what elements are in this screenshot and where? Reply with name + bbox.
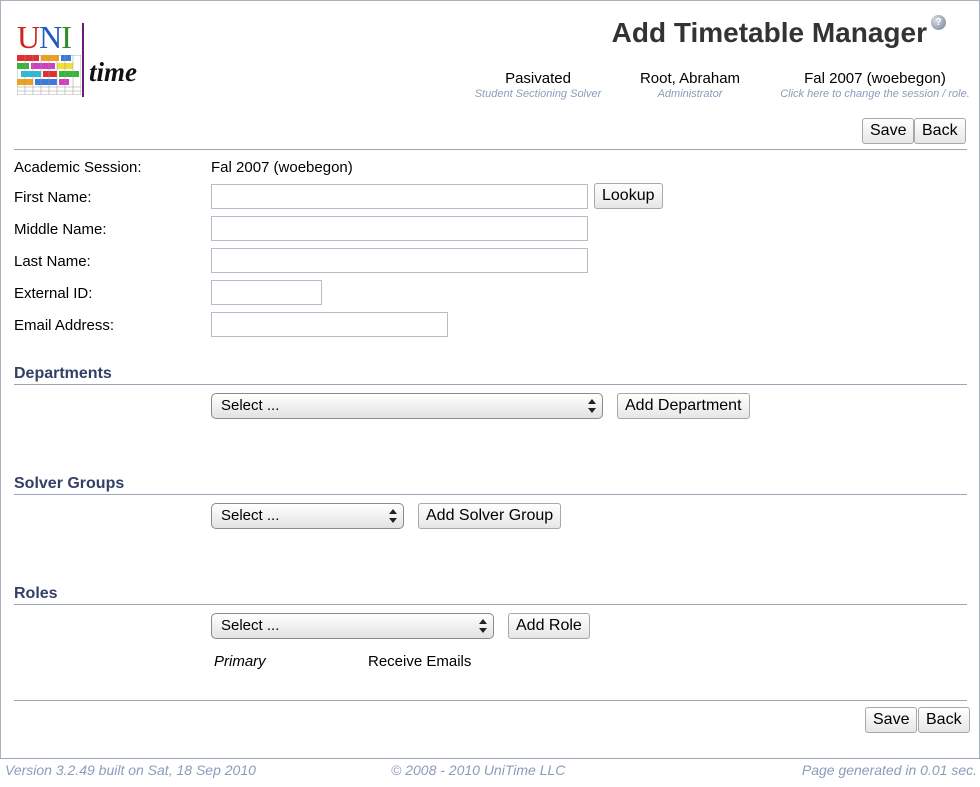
page-frame: UNI time Add Timetable Manager ? Pasivat… [0, 0, 980, 759]
header-divider [14, 149, 967, 150]
academic-session-label: Academic Session: [14, 159, 142, 176]
role-select-value: Select ... [221, 617, 280, 634]
solver-status-desc: Student Sectioning Solver [474, 88, 602, 100]
logo-time-text: time [89, 57, 137, 87]
roles-column-primary: Primary [214, 653, 266, 670]
last-name-label: Last Name: [14, 253, 91, 270]
departments-divider [14, 384, 967, 385]
add-solver-group-button[interactable]: Add Solver Group [418, 503, 562, 529]
copyright-link[interactable]: © 2008 - 2010 UniTime LLC [391, 762, 565, 778]
help-icon[interactable]: ? [931, 15, 946, 30]
role-select[interactable]: Select ... [211, 613, 494, 639]
department-select-value: Select ... [221, 397, 280, 414]
solver-group-select[interactable]: Select ... [211, 503, 404, 529]
version-info: Version 3.2.49 built on Sat, 18 Sep 2010 [5, 762, 256, 778]
first-name-label: First Name: [14, 189, 92, 206]
email-label: Email Address: [14, 317, 115, 334]
last-name-input[interactable] [211, 248, 588, 273]
roles-divider [14, 604, 967, 605]
middle-name-label: Middle Name: [14, 221, 107, 238]
email-input[interactable] [211, 312, 448, 337]
add-role-button[interactable]: Add Role [508, 613, 590, 639]
first-name-input[interactable] [211, 184, 588, 209]
external-id-label: External ID: [14, 285, 93, 302]
select-arrows-icon [479, 618, 487, 634]
save-button-bottom[interactable]: Save [865, 707, 918, 733]
session-change-link[interactable]: Click here to change the session / role. [775, 88, 975, 100]
save-button-top[interactable]: Save [862, 118, 915, 144]
footer-divider [14, 700, 967, 701]
logo-grid-icon [17, 55, 81, 95]
page-generated-time: Page generated in 0.01 sec. [801, 762, 977, 778]
select-arrows-icon [588, 398, 596, 414]
department-select[interactable]: Select ... [211, 393, 603, 419]
solver-status[interactable]: Pasivated Student Sectioning Solver [471, 70, 605, 100]
user-name: Root, Abraham [639, 70, 741, 87]
session-name: Fal 2007 (woebegon) [804, 70, 946, 87]
roles-section-title: Roles [14, 585, 58, 602]
session-switcher[interactable]: Fal 2007 (woebegon) Click here to change… [775, 70, 975, 100]
roles-column-receive-emails: Receive Emails [368, 653, 472, 670]
solver-status-name: Pasivated [505, 70, 571, 87]
solver-groups-section-title: Solver Groups [14, 475, 125, 492]
user-role: Administrator [657, 88, 723, 100]
middle-name-input[interactable] [211, 216, 588, 241]
back-button-bottom[interactable]: Back [918, 707, 970, 733]
logo-uni-text: UNI [17, 19, 72, 55]
back-button-top[interactable]: Back [914, 118, 966, 144]
departments-section-title: Departments [14, 365, 112, 382]
unitime-logo[interactable]: UNI time [15, 21, 145, 99]
solver-groups-divider [14, 494, 967, 495]
lookup-button[interactable]: Lookup [594, 183, 663, 209]
academic-session-value: Fal 2007 (woebegon) [211, 159, 353, 176]
page-title: Add Timetable Manager [611, 17, 927, 48]
add-department-button[interactable]: Add Department [617, 393, 750, 419]
solver-group-select-value: Select ... [221, 507, 280, 524]
select-arrows-icon [389, 508, 397, 524]
user-info[interactable]: Root, Abraham Administrator [627, 70, 753, 100]
external-id-input[interactable] [211, 280, 322, 305]
logo-divider [82, 23, 84, 97]
